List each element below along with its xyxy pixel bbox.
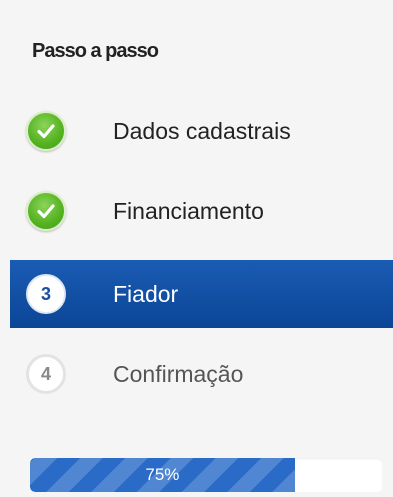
step-confirmacao[interactable]: 4 Confirmação bbox=[10, 340, 393, 408]
step-label: Financiamento bbox=[113, 198, 264, 224]
completed-step-badge bbox=[26, 111, 66, 151]
step-label: Dados cadastrais bbox=[113, 118, 291, 144]
panel-title: Passo a passo bbox=[32, 40, 159, 62]
progress-bar: 75% bbox=[30, 458, 383, 492]
step-number: 3 bbox=[40, 283, 51, 304]
completed-step-badge bbox=[26, 191, 66, 231]
step-fiador[interactable]: 3 Fiador bbox=[10, 260, 393, 328]
check-icon bbox=[37, 204, 55, 219]
progress-percentage: 75% bbox=[145, 465, 180, 484]
step-label: Fiador bbox=[113, 281, 179, 307]
step-label: Confirmação bbox=[113, 361, 244, 387]
check-icon bbox=[37, 124, 55, 139]
pending-step-badge: 4 bbox=[26, 354, 66, 394]
step-financiamento[interactable]: Financiamento bbox=[10, 177, 393, 245]
current-step-badge: 3 bbox=[26, 274, 66, 314]
step-number: 4 bbox=[40, 363, 51, 384]
step-dados-cadastrais[interactable]: Dados cadastrais bbox=[10, 97, 393, 165]
step-navigation-panel: Passo a passo Dados cadastrais Financiam… bbox=[10, 0, 393, 497]
